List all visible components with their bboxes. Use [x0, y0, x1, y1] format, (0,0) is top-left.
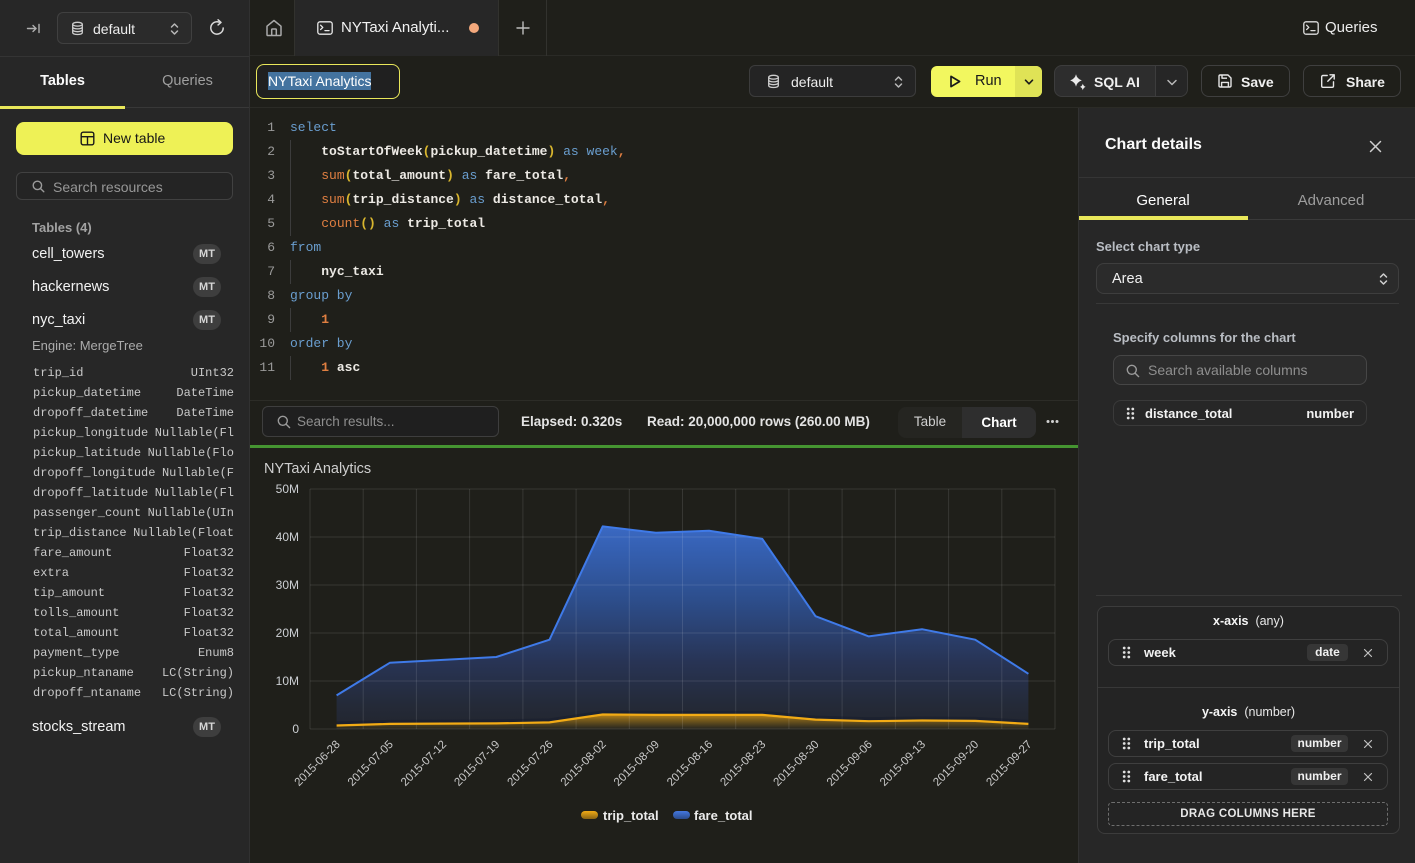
svg-text:2015-09-13: 2015-09-13	[878, 739, 928, 789]
svg-text:2015-08-23: 2015-08-23	[718, 739, 768, 789]
svg-text:30M: 30M	[276, 578, 299, 592]
svg-text:2015-09-06: 2015-09-06	[825, 739, 875, 789]
svg-text:2015-07-05: 2015-07-05	[346, 739, 396, 789]
svg-text:2015-08-30: 2015-08-30	[772, 739, 822, 789]
svg-text:0: 0	[292, 722, 299, 736]
svg-text:2015-08-16: 2015-08-16	[665, 739, 715, 789]
svg-text:40M: 40M	[276, 530, 299, 544]
svg-text:2015-07-12: 2015-07-12	[399, 739, 449, 789]
svg-text:2015-06-28: 2015-06-28	[293, 739, 343, 789]
svg-text:trip_total: trip_total	[603, 808, 659, 823]
svg-text:fare_total: fare_total	[694, 808, 753, 823]
svg-text:20M: 20M	[276, 626, 299, 640]
svg-text:NYTaxi Analytics: NYTaxi Analytics	[264, 461, 371, 477]
svg-text:2015-07-26: 2015-07-26	[506, 739, 556, 789]
svg-text:2015-08-02: 2015-08-02	[559, 739, 609, 789]
svg-text:2015-08-09: 2015-08-09	[612, 739, 662, 789]
svg-text:2015-09-27: 2015-09-27	[984, 739, 1034, 789]
svg-text:2015-09-20: 2015-09-20	[931, 739, 981, 789]
svg-text:50M: 50M	[276, 482, 299, 496]
svg-text:2015-07-19: 2015-07-19	[452, 739, 502, 789]
svg-text:10M: 10M	[276, 674, 299, 688]
